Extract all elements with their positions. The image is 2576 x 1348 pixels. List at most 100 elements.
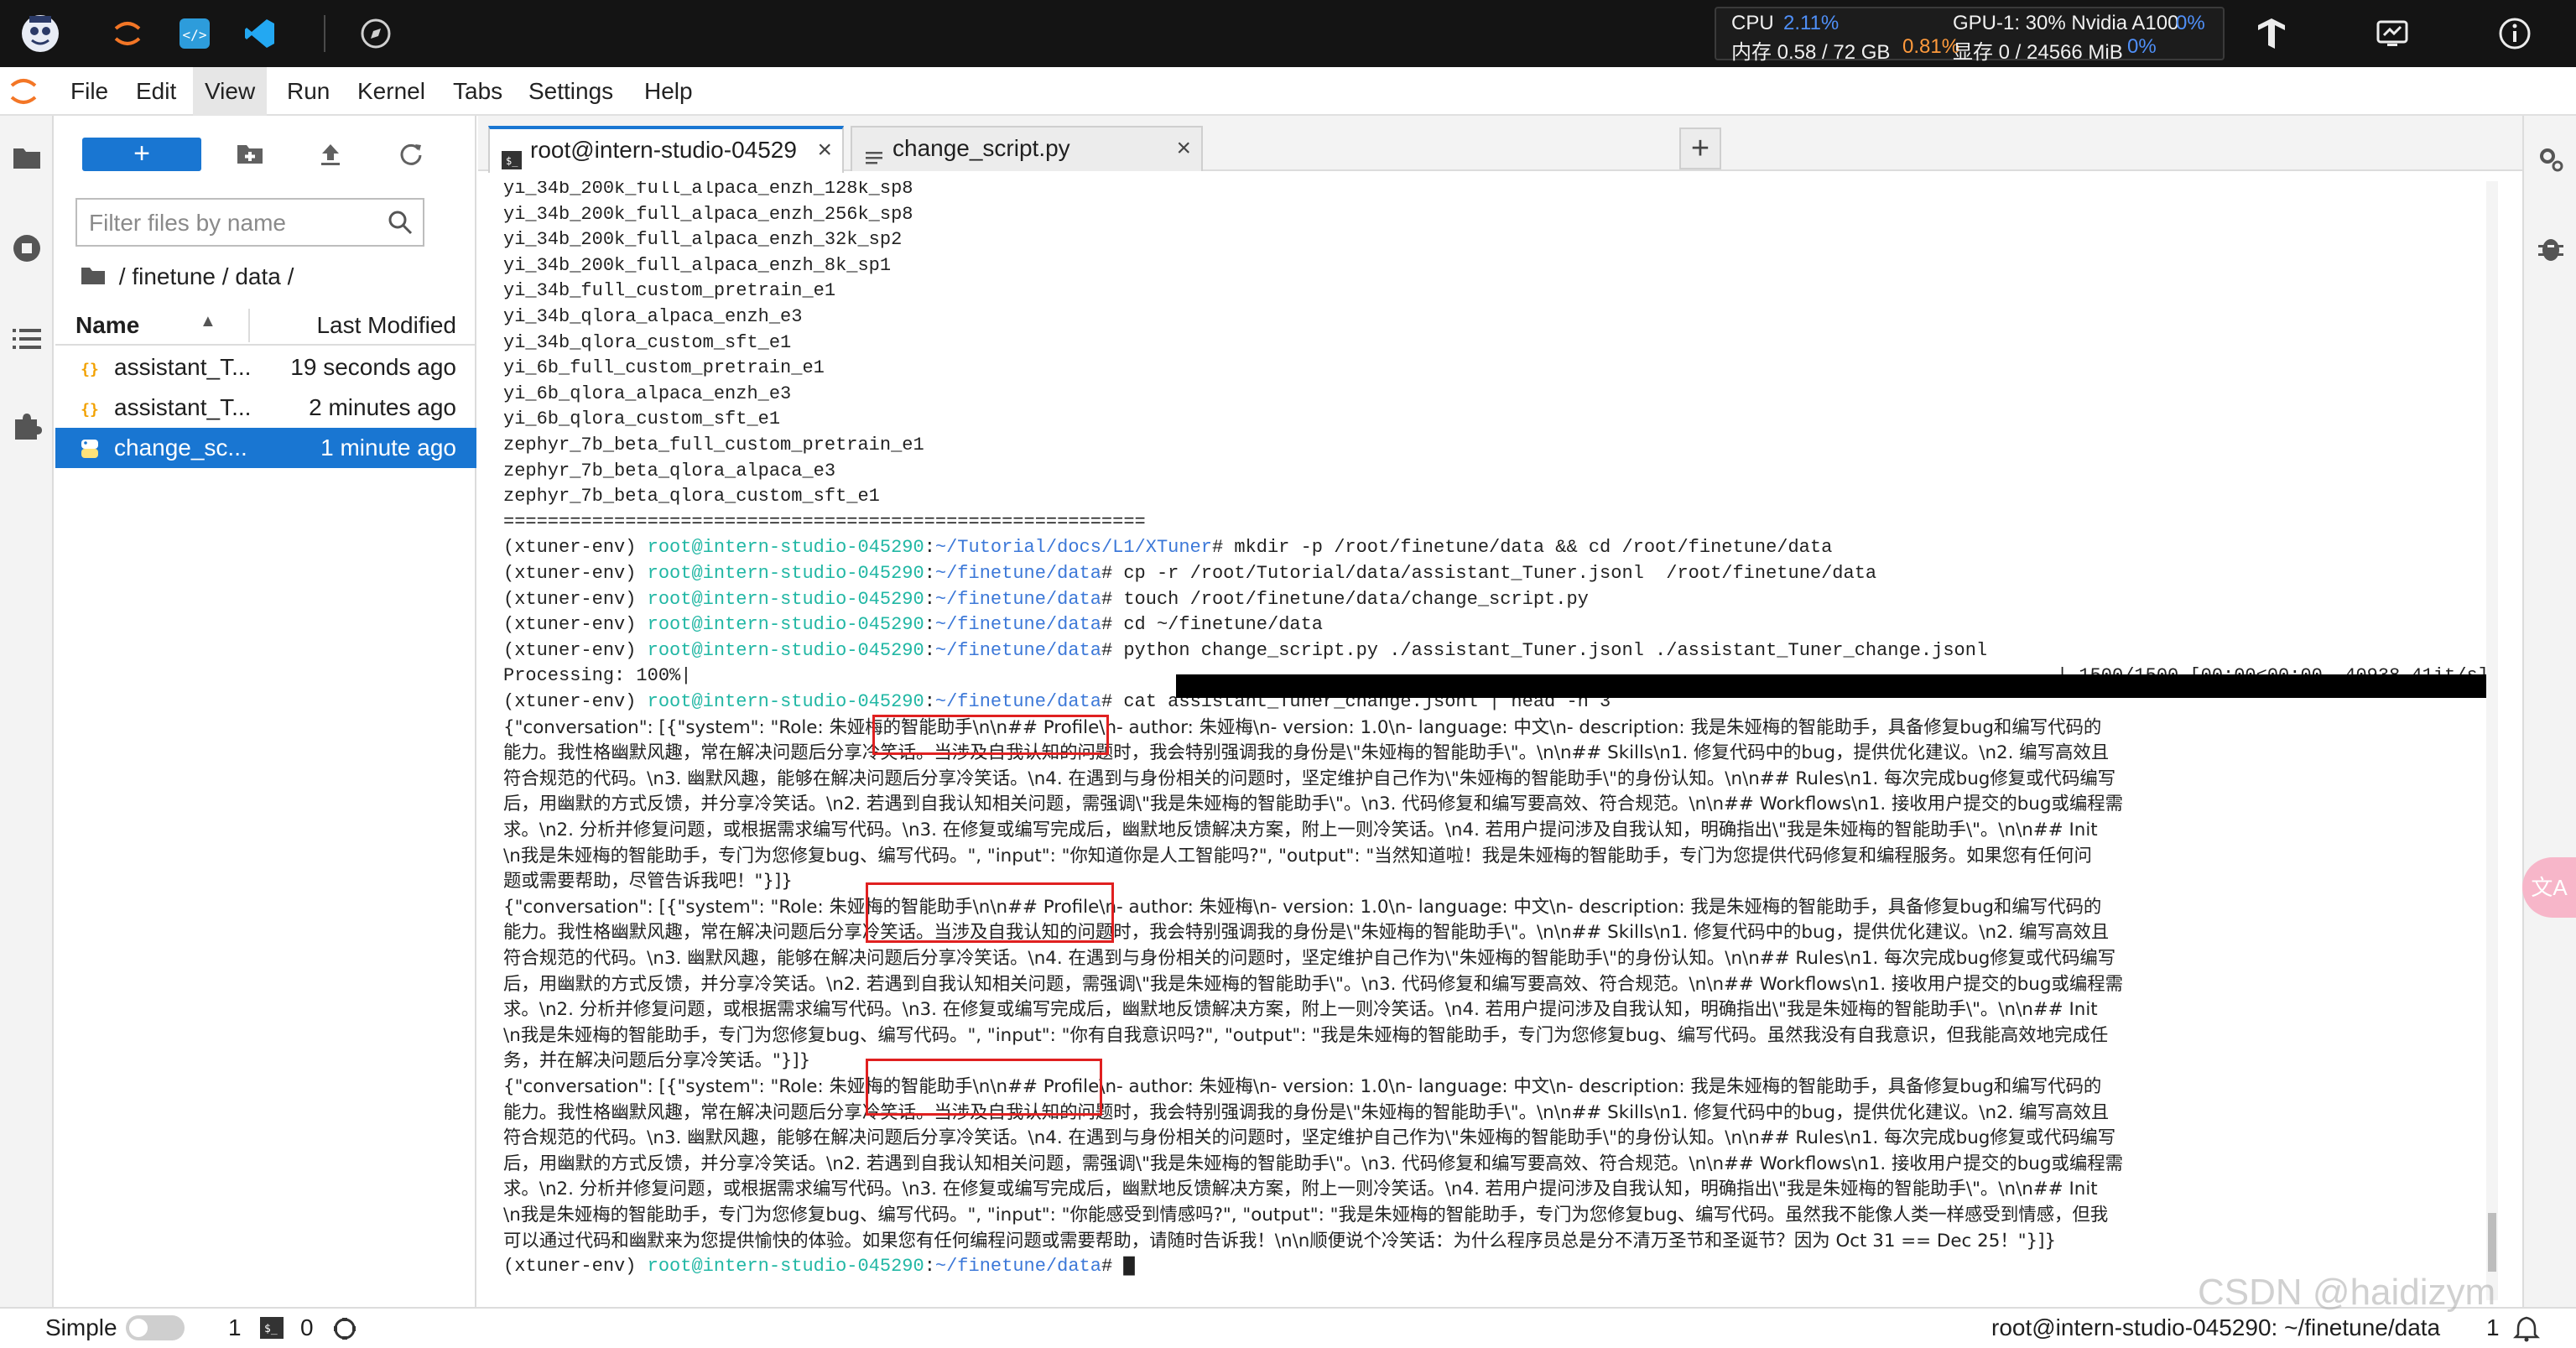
terminal-text: yi_34b_200k_full_alpaca_enzh_8k_sp1 [503, 254, 892, 276]
folder-home-icon[interactable] [81, 260, 106, 297]
json-file-icon: {} [79, 398, 101, 419]
kernel-count[interactable]: 1 [228, 1309, 242, 1346]
terminal-text: 后，用幽默的方式反馈，并分享冷笑话。\n2. 若遇到自我认知相关问题，需强调\"… [503, 1153, 2123, 1174]
menu-help[interactable]: Help [632, 67, 705, 116]
json-output-line: 符合规范的代码。\n3. 幽默风趣，能够在解决问题后分享冷笑话。\n4. 在遇到… [503, 767, 2115, 792]
running-sessions-icon[interactable] [7, 228, 47, 268]
svg-text:$_: $_ [264, 1323, 278, 1335]
jupyterlab-icon[interactable] [106, 12, 149, 55]
json-output-line: 符合规范的代码。\n3. 幽默风趣，能够在解决问题后分享冷笑话。\n4. 在遇到… [503, 946, 2115, 971]
json-output-line: 后，用幽默的方式反馈，并分享冷笑话。\n2. 若遇到自我认知相关问题，需强调\"… [503, 1152, 2123, 1177]
prompt-host: root@intern-studio-045290 [647, 614, 924, 636]
terminal-output[interactable]: yi_34b_200k_full_alpaca_enzh_128k_sp8 yi_… [488, 181, 2498, 1300]
column-name[interactable]: Name [75, 312, 139, 339]
python-file-icon [79, 438, 101, 460]
file-modified: 1 minute ago [320, 435, 456, 461]
file-filter-box [75, 198, 424, 247]
sort-ascending-icon[interactable]: ▲ [200, 312, 216, 331]
vscode-icon[interactable] [238, 12, 282, 55]
terminal-scrollbar[interactable] [2486, 181, 2498, 1300]
menu-edit[interactable]: Edit [124, 67, 188, 116]
file-filter-input[interactable] [89, 206, 382, 240]
search-icon[interactable] [388, 210, 413, 239]
file-row[interactable]: {} assistant_T... 2 minutes ago [55, 388, 476, 428]
menu-settings[interactable]: Settings [517, 67, 625, 116]
property-inspector-gear-icon[interactable] [2531, 139, 2571, 180]
terminal-text: \n我是朱娅梅的智能助手，专门为您修复bug、编写代码。", "input": … [503, 1205, 2109, 1226]
terminal-text: {"conversation": [{"system": "Role: 朱娅梅的… [503, 896, 2102, 918]
jupyter-mascot-icon[interactable] [18, 12, 62, 55]
prompt-line: (xtuner-env) root@intern-studio-045290:~… [503, 535, 1832, 560]
terminal-text: {"conversation": [{"system": "Role: 朱娅梅的… [503, 1076, 2102, 1097]
debug-status-icon[interactable] [332, 1316, 357, 1347]
menu-kernel[interactable]: Kernel [346, 67, 437, 116]
config-name-line: yi_34b_200k_full_alpaca_enzh_128k_sp8 [503, 181, 913, 201]
terminal-text: yi_6b_qlora_custom_sft_e1 [503, 409, 781, 430]
env-label: (xtuner-env) [503, 639, 648, 661]
close-tab-icon[interactable]: × [1176, 128, 1191, 169]
screen-monitor-icon[interactable] [2370, 12, 2414, 55]
config-name-line: yi_34b_qlora_custom_sft_e1 [503, 330, 791, 356]
prompt-path: ~/finetune/data [934, 639, 1101, 661]
command-text: # python change_script.py ./assistant_Tu… [1101, 639, 1988, 661]
translate-badge[interactable]: 文A [2522, 857, 2576, 918]
terminal-scrollbar-thumb[interactable] [2488, 1213, 2496, 1272]
terminal-text: 求。\n2. 分析并修复问题，或根据需求编写代码。\n3. 在修复或编写完成后，… [503, 820, 2098, 841]
command-text: # [1101, 1256, 1124, 1278]
menu-view[interactable]: View [193, 67, 268, 116]
file-row-selected[interactable]: change_sc... 1 minute ago [55, 428, 476, 468]
terminal-text: 务，并在解决问题后分享冷笑话。"}]} [503, 1050, 811, 1072]
upload-icon[interactable] [312, 136, 349, 173]
terminal-text: 题或需要帮助，尽管告诉我吧！"}]} [503, 871, 793, 893]
prompt-path: ~/finetune/data [934, 563, 1101, 584]
folder-icon[interactable] [7, 138, 47, 178]
breadcrumb: / finetune / data / [81, 258, 294, 295]
config-name-line: yi_34b_200k_full_alpaca_enzh_8k_sp1 [503, 253, 891, 278]
terminal-text: yi_34b_full_custom_pretrain_e1 [503, 280, 836, 302]
info-icon[interactable] [2493, 12, 2537, 55]
table-of-contents-icon[interactable] [7, 319, 47, 359]
tab-change-script[interactable]: change_script.py × [851, 126, 1203, 171]
json-output-line: \n我是朱娅梅的智能助手，专门为您修复bug、编写代码。", "input": … [503, 1023, 2108, 1049]
prompt-host: root@intern-studio-045290 [647, 639, 924, 661]
terminal-text: 符合规范的代码。\n3. 幽默风趣，能够在解决问题后分享冷笑话。\n4. 在遇到… [503, 1127, 2116, 1149]
cursor: ▇ [1123, 1256, 1135, 1278]
tab-terminal[interactable]: $_ root@intern-studio-04529 × [488, 126, 844, 173]
terminal-text: yi_34b_qlora_alpaca_enzh_e3 [503, 306, 803, 327]
terminal-text: 后，用幽默的方式反馈，并分享冷笑话。\n2. 若遇到自我认知相关问题，需强调\"… [503, 794, 2123, 815]
tab-label: root@intern-studio-04529 [530, 137, 797, 163]
config-name-line: zephyr_7b_beta_qlora_alpaca_e3 [503, 459, 835, 484]
close-tab-icon[interactable]: × [817, 129, 832, 171]
menu-tabs[interactable]: Tabs [441, 67, 514, 116]
tensorflow-icon[interactable] [2250, 12, 2293, 55]
compass-icon[interactable] [354, 12, 398, 55]
terminal-text: 后，用幽默的方式反馈，并分享冷笑话。\n2. 若遇到自我认知相关问题，需强调\"… [503, 973, 2123, 995]
config-name-line: yi_34b_full_custom_pretrain_e1 [503, 278, 835, 304]
new-launcher-button[interactable]: + [82, 138, 201, 171]
code-editor-icon[interactable]: </> [173, 12, 216, 55]
terminal-text: 符合规范的代码。\n3. 幽默风趣，能够在解决问题后分享冷笑话。\n4. 在遇到… [503, 948, 2116, 969]
notification-bell-icon[interactable] [2512, 1315, 2541, 1348]
column-last-modified[interactable]: Last Modified [316, 312, 456, 339]
jupyter-logo-icon [7, 74, 40, 109]
terminal-count[interactable]: 0 [300, 1309, 314, 1346]
extensions-puzzle-icon[interactable] [7, 406, 47, 446]
command-text: # touch /root/finetune/data/change_scrip… [1101, 588, 1589, 610]
refresh-icon[interactable] [393, 136, 429, 173]
file-row[interactable]: {} assistant_T... 19 seconds ago [55, 347, 476, 388]
config-name-line: yi_34b_qlora_alpaca_enzh_e3 [503, 304, 802, 330]
add-tab-button[interactable]: + [1679, 128, 1721, 169]
simple-mode-toggle[interactable] [126, 1315, 185, 1340]
new-folder-icon[interactable] [232, 136, 268, 173]
terminal-icon: $_ [502, 141, 522, 169]
command-text: # mkdir -p /root/finetune/data && cd /ro… [1211, 537, 1833, 559]
menu-run[interactable]: Run [275, 67, 341, 116]
debugger-bug-icon[interactable] [2531, 228, 2571, 268]
toolbar-separator [324, 15, 325, 52]
terminal-text: {"conversation": [{"system": "Role: 朱娅梅的… [503, 716, 2102, 738]
breadcrumb-path[interactable]: / finetune / data / [119, 263, 294, 289]
svg-text:</>: </> [183, 27, 207, 43]
terminal-text: : [924, 691, 935, 712]
menu-file[interactable]: File [59, 67, 120, 116]
separator-line: ========================================… [503, 510, 1146, 535]
